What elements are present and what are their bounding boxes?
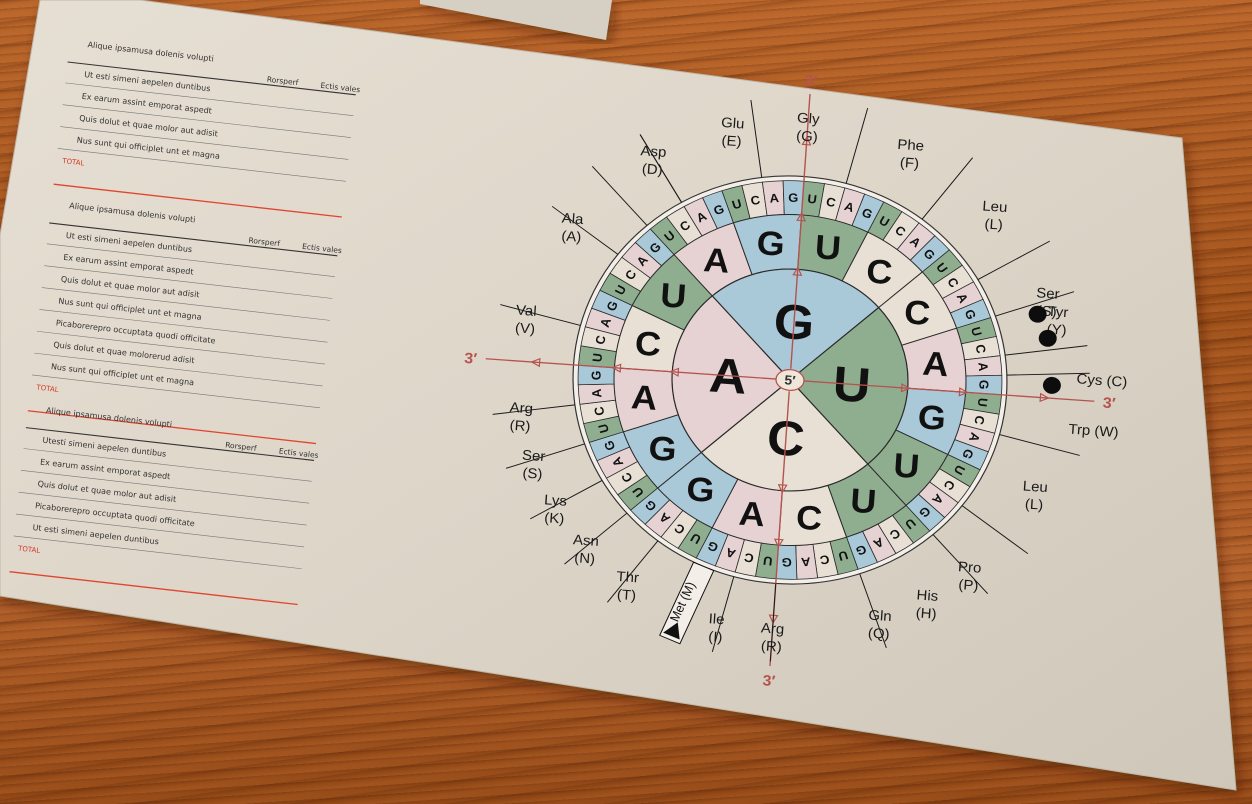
amino-acid-name: Gly [796,111,820,128]
amino-acid-code: (R) [760,639,782,656]
amino-acid-name: Thr [616,569,640,586]
amino-acid-name: Ser [521,448,546,465]
amino-acid-code: (E) [721,133,742,150]
middle-base-letter: U [814,228,843,267]
amino-acid-code: (F) [899,155,919,172]
amino-acid-code: (G) [796,129,819,146]
middle-base-letter: C [903,293,932,332]
amino-acid-code: (I) [708,629,723,645]
outer-base-letter: G [976,380,991,390]
amino-acid-name: Leu [982,199,1008,216]
prime-label: 3′ [762,673,776,690]
middle-base-letter: G [647,429,678,469]
amino-acid-name: Leu [1022,479,1048,496]
middle-base-letter: G [917,398,948,438]
middle-base-letter: A [702,241,731,280]
center-label: 5′ [784,373,797,388]
outer-base-letter: A [769,191,780,205]
outer-base-letter: U [975,397,990,407]
amino-acid-name: Ser [1036,286,1061,303]
amino-acid-name: Tyr [1047,304,1069,321]
outer-base-letter: G [589,370,604,380]
amino-acid-name: Ala [561,211,585,228]
middle-base-letter: U [892,446,921,485]
outer-base-letter: U [590,352,605,362]
amino-acid-code: (K) [544,511,565,528]
amino-acid-code: (L) [1024,497,1043,514]
background-sheet [420,0,612,40]
amino-acid-name: Glu [721,115,745,132]
middle-base-letter: U [849,482,878,521]
outer-base-letter: A [801,554,812,568]
amino-acid-code: (D) [641,162,663,179]
amino-acid-code: (N) [574,551,596,568]
middle-base-letter: G [755,224,786,264]
amino-acid-code: (R) [509,418,531,435]
prime-label: 3′ [804,73,818,90]
middle-base-letter: A [738,495,767,534]
amino-acid-name: Val [515,303,537,320]
scene: Alique ipsamusa dolenis voluptiRorsperf E… [0,0,1237,791]
middle-base-letter: C [865,252,894,291]
amino-acid-name: Pro [957,559,981,576]
amino-acid-name: Gln [868,608,892,625]
amino-acid-code: (P) [958,577,979,594]
amino-acid-name: His [916,588,939,605]
amino-acid-name: Asp [640,144,667,161]
amino-acid-code: (L) [984,217,1003,234]
amino-acid-code: (Q) [867,626,890,643]
outer-base-letter: G [788,191,799,205]
amino-acid-code: (S) [522,466,543,483]
outer-base-letter: G [781,555,792,569]
amino-acid-name: Lys [544,493,568,510]
amino-acid-code: (H) [915,606,937,623]
outer-base-letter: U [762,553,773,568]
middle-base-letter: A [630,378,659,417]
outer-base-letter: U [807,192,818,207]
amino-acid-name: Asn [572,533,599,550]
amino-acid-code: (A) [561,229,582,246]
prime-label: 3′ [464,350,478,367]
amino-acid-name: Arg [509,400,533,417]
middle-base-letter: C [795,499,824,538]
middle-base-letter: A [921,344,950,383]
amino-acid-name: Arg [760,621,784,638]
amino-acid-name: Ile [708,612,725,629]
outer-base-letter: A [590,388,605,398]
outer-base-letter: A [975,362,990,372]
middle-base-letter: C [634,324,663,363]
amino-acid-code: (T) [616,587,636,604]
middle-base-letter: U [659,276,688,315]
amino-acid-name: Phe [897,137,925,154]
amino-acid-code: (V) [515,321,536,338]
middle-base-letter: G [685,470,716,510]
prime-label: 3′ [1102,395,1116,412]
